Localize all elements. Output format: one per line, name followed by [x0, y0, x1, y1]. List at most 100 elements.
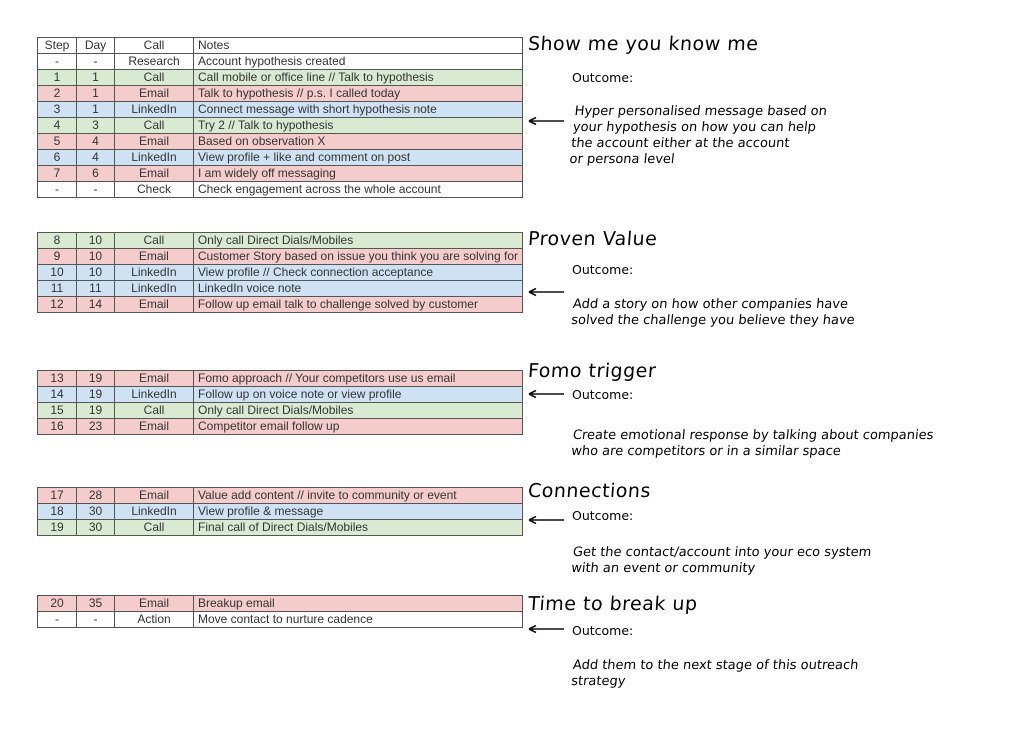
header-row: Step Day Call Notes — [37, 37, 523, 54]
channel-cell: Email — [114, 133, 194, 150]
notes-cell: View profile // Check connection accepta… — [192, 264, 524, 281]
step-cell: 15 — [37, 402, 77, 419]
table-row: 4 3 Call Try 2 // Talk to hypothesis — [37, 117, 523, 134]
table-row: 9 10 Email Customer Story based on issue yo… — [37, 248, 524, 265]
channel-cell: LinkedIn — [114, 503, 194, 520]
step-cell: 11 — [37, 280, 77, 297]
day-cell: 23 — [76, 418, 115, 435]
column-header: Day — [76, 37, 115, 54]
table-row: 13 19 Email Fomo approach // Your competito… — [37, 370, 523, 387]
channel-cell: Call — [114, 117, 194, 134]
notes-cell: View profile & message — [193, 503, 523, 520]
notes-cell: Talk to hypothesis // p.s. I called toda… — [193, 85, 523, 102]
day-cell: 30 — [76, 519, 115, 536]
notes-cell: Fomo approach // Your competitors use us… — [193, 370, 523, 387]
table-row: 12 14 Email Follow up email talk to challen… — [37, 296, 524, 313]
step-cell: - — [37, 611, 77, 628]
day-cell: 4 — [76, 133, 115, 150]
channel-cell: Action — [114, 611, 194, 628]
step-cell: 1 — [37, 69, 77, 86]
outcome-text: Create emotional response by talking abo… — [570, 428, 935, 459]
notes-cell: Follow up on voice note or view profile — [193, 386, 523, 403]
channel-cell: LinkedIn — [114, 386, 194, 403]
channel-cell: Email — [114, 165, 194, 182]
notes-cell: Account hypothesis created — [193, 53, 523, 70]
table-row: 2 1 Email Talk to hypothesis // p.s. I call… — [37, 85, 523, 102]
channel-cell: Call — [113, 232, 194, 249]
channel-cell: LinkedIn — [114, 149, 194, 166]
section-title: Time to break up — [527, 593, 699, 615]
table-row: 17 28 Email Value add content // invite to … — [37, 487, 523, 504]
channel-cell: Email — [113, 296, 194, 313]
step-cell: 8 — [37, 232, 77, 249]
channel-cell: Call — [114, 519, 194, 536]
column-header: Notes — [193, 37, 523, 54]
notes-cell: View profile + like and comment on post — [193, 149, 523, 166]
channel-cell: LinkedIn — [113, 280, 194, 297]
day-cell: 11 — [75, 280, 115, 297]
cadence-table-2: 8 10 Call Only call Direct Dials/Mobiles 9 10… — [37, 232, 524, 313]
step-cell: - — [37, 53, 77, 70]
day-cell: - — [76, 181, 115, 198]
channel-cell: Call — [114, 69, 194, 86]
channel-cell: Email — [114, 418, 194, 435]
outcome-label: Outcome: — [572, 387, 634, 402]
notes-cell: Move contact to nurture cadence — [193, 611, 523, 628]
outcome-text: Add them to the next stage of this outre… — [570, 658, 860, 689]
day-cell: 19 — [76, 370, 115, 387]
table-row: 7 6 Email I am widely off messaging — [37, 165, 523, 182]
day-cell: 19 — [76, 402, 115, 419]
day-cell: 1 — [76, 69, 115, 86]
notes-cell: Customer Story based on issue you think … — [192, 248, 524, 265]
section-title: Connections — [527, 480, 652, 502]
channel-cell: Research — [114, 53, 194, 70]
outcome-label: Outcome: — [572, 623, 634, 638]
outcome-text: Get the contact/account into your eco sy… — [570, 545, 873, 576]
outcome-text: Hyper personalised message based on your… — [568, 104, 828, 167]
notes-cell: Based on observation X — [193, 133, 523, 150]
step-cell: 10 — [37, 264, 77, 281]
step-cell: 12 — [37, 296, 77, 313]
step-cell: 3 — [37, 101, 77, 118]
channel-cell: LinkedIn — [113, 264, 194, 281]
notes-cell: Try 2 // Talk to hypothesis — [193, 117, 523, 134]
table-row: 11 11 LinkedIn LinkedIn voice note — [37, 280, 524, 297]
table-row: - - Research Account hypothesis created — [37, 53, 523, 70]
channel-cell: Email — [114, 85, 194, 102]
notes-cell: Only call Direct Dials/Mobiles — [193, 402, 523, 419]
table-row: 16 23 Email Competitor email follow up — [37, 418, 523, 435]
notes-cell: Breakup email — [193, 595, 523, 612]
notes-cell: Final call of Direct Dials/Mobiles — [193, 519, 523, 536]
day-cell: - — [76, 611, 115, 628]
column-header: Call — [114, 37, 194, 54]
outcome-label: Outcome: — [572, 262, 634, 277]
channel-cell: Email — [114, 595, 194, 612]
day-cell: 10 — [75, 264, 115, 281]
day-cell: 6 — [76, 165, 115, 182]
channel-cell: Email — [113, 248, 194, 265]
cadence-table-3: 13 19 Email Fomo approach // Your competito… — [37, 370, 523, 435]
table-row: 18 30 LinkedIn View profile & message — [37, 503, 523, 520]
step-cell: 19 — [37, 519, 77, 536]
day-cell: 3 — [76, 117, 115, 134]
notes-cell: Competitor email follow up — [193, 418, 523, 435]
section-title: Fomo trigger — [527, 360, 657, 382]
step-cell: 2 — [37, 85, 77, 102]
step-cell: 4 — [37, 117, 77, 134]
table-row: 14 19 LinkedIn Follow up on voice note or v… — [37, 386, 523, 403]
step-cell: 6 — [37, 149, 77, 166]
notes-cell: Follow up email talk to challenge solved… — [192, 296, 524, 313]
day-cell: 35 — [76, 595, 115, 612]
channel-cell: Email — [114, 370, 194, 387]
notes-cell: Only call Direct Dials/Mobiles — [192, 232, 524, 249]
table-row: 20 35 Email Breakup email — [37, 595, 523, 612]
channel-cell: Call — [114, 402, 194, 419]
table-row: 1 1 Call Call mobile or office line // Talk… — [37, 69, 523, 86]
step-cell: 5 — [37, 133, 77, 150]
table-row: 5 4 Email Based on observation X — [37, 133, 523, 150]
channel-cell: Email — [114, 487, 194, 504]
outcome-text: Add a story on how other companies have … — [570, 297, 856, 328]
notes-cell: Call mobile or office line // Talk to hy… — [193, 69, 523, 86]
arrow-left-icon — [528, 515, 564, 525]
section-title: Proven Value — [527, 228, 659, 250]
